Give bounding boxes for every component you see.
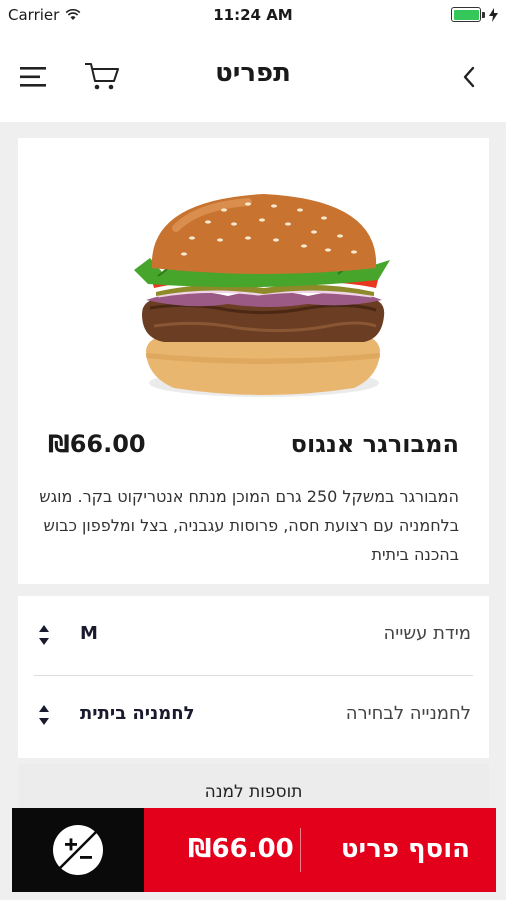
product-price: ₪66.00 bbox=[48, 430, 146, 458]
charging-bolt-icon bbox=[489, 7, 498, 22]
product-card: המבורגר אנגוס ₪66.00 המבורגר במשקל 250 ג… bbox=[18, 138, 489, 584]
battery-indicator bbox=[451, 7, 498, 22]
add-item-button[interactable]: הוסף פריט ₪66.00 bbox=[144, 808, 496, 892]
back-chevron-icon[interactable] bbox=[462, 66, 478, 88]
extras-label: תוספות למנה bbox=[204, 782, 303, 802]
status-bar: Carrier 11:24 AM bbox=[0, 0, 506, 30]
options-panel: מידת עשייה M לחמנייה לבחירה לחמניה ביתית bbox=[18, 596, 489, 758]
bun-label: לחמנייה לבחירה bbox=[345, 703, 471, 724]
plus-minus-icon bbox=[53, 825, 103, 875]
status-time: 11:24 AM bbox=[213, 6, 293, 24]
add-item-price: ₪66.00 bbox=[188, 834, 294, 864]
nav-bar: תפריט bbox=[0, 30, 506, 122]
page-title: תפריט bbox=[215, 58, 291, 88]
doneness-select[interactable]: מידת עשייה M bbox=[18, 596, 489, 676]
doneness-value: M bbox=[80, 623, 98, 644]
bun-value: לחמניה ביתית bbox=[80, 703, 195, 724]
up-down-arrows-icon bbox=[39, 705, 49, 725]
button-separator bbox=[300, 828, 301, 872]
up-down-arrows-icon bbox=[39, 625, 49, 645]
product-description: המבורגר במשקל 250 גרם המוכן מנתח אנטריקו… bbox=[39, 487, 459, 564]
burger-image bbox=[134, 194, 390, 397]
add-item-label: הוסף פריט bbox=[340, 834, 470, 864]
quantity-button[interactable] bbox=[12, 808, 144, 892]
battery-icon bbox=[451, 7, 481, 22]
product-name: המבורגר אנגוס bbox=[290, 430, 459, 458]
bun-select[interactable]: לחמנייה לבחירה לחמניה ביתית bbox=[18, 676, 489, 756]
doneness-label: מידת עשייה bbox=[383, 623, 471, 644]
bottom-action-bar: הוסף פריט ₪66.00 bbox=[12, 808, 496, 892]
